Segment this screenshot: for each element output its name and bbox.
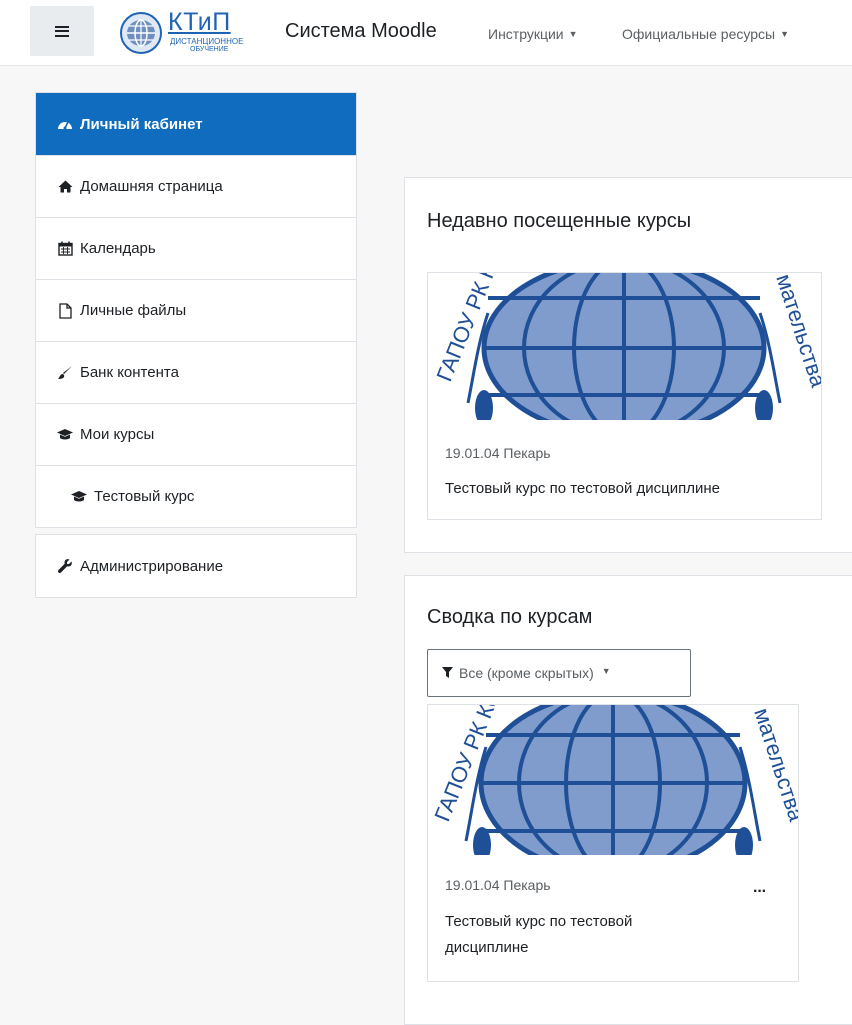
menu-official-resources-label: Официальные ресурсы — [622, 26, 776, 42]
nav-item-label: Домашняя страница — [80, 178, 223, 195]
block-title: Недавно посещенные курсы — [427, 210, 692, 232]
course-name[interactable]: Тестовый курс по тестовой дисциплине — [445, 476, 720, 502]
menu-official-resources[interactable]: Официальные ресурсы ▼ — [622, 26, 789, 42]
nav-item-label: Календарь — [80, 240, 156, 257]
nav-drawer: Личный кабинет Домашняя страница Календа… — [35, 92, 357, 598]
wrench-icon — [56, 558, 74, 574]
top-navbar: КТиП ДИСТАНЦИОННОЕ ОБУЧЕНИЕ Система Mood… — [0, 0, 852, 66]
recent-courses-block: Недавно посещенные курсы ГАПОУ РК Ко мат… — [404, 177, 852, 553]
logo-subtitle: ДИСТАНЦИОННОЕ — [170, 37, 244, 46]
course-actions-menu-button[interactable]: ··· — [753, 883, 767, 901]
filter-icon — [442, 667, 453, 678]
globe-logo-icon — [120, 12, 162, 54]
course-image[interactable]: ГАПОУ РК Ко мательства — [428, 705, 798, 855]
nav-item-my-courses[interactable]: Мои курсы — [36, 403, 356, 465]
paint-brush-icon — [56, 365, 74, 381]
nav-group-main: Личный кабинет Домашняя страница Календа… — [35, 92, 357, 528]
course-image-globe: ГАПОУ РК Ко мательства — [428, 273, 821, 420]
course-category: 19.01.04 Пекарь — [445, 445, 551, 461]
course-card[interactable]: ГАПОУ РК Ко мательства 19.01.04 Пекарь ·… — [427, 704, 799, 982]
nav-item-administration[interactable]: Администрирование — [36, 535, 356, 597]
nav-item-label: Мои курсы — [80, 426, 155, 443]
nav-item-label: Тестовый курс — [94, 488, 195, 505]
nav-item-label: Банк контента — [80, 364, 179, 381]
graduation-cap-icon — [70, 489, 88, 505]
nav-item-private-files[interactable]: Личные файлы — [36, 279, 356, 341]
nav-item-label: Личный кабинет — [80, 115, 203, 133]
grouping-filter-dropdown[interactable]: Все (кроме скрытых) ▼ — [427, 649, 691, 697]
graduation-cap-icon — [56, 427, 74, 443]
nav-item-test-course[interactable]: Тестовый курс — [36, 465, 356, 527]
caret-down-icon: ▼ — [601, 666, 611, 676]
file-icon — [56, 302, 74, 319]
site-logo[interactable]: КТиП ДИСТАНЦИОННОЕ ОБУЧЕНИЕ — [118, 8, 278, 60]
nav-item-home[interactable]: Домашняя страница — [36, 155, 356, 217]
nav-item-content-bank[interactable]: Банк контента — [36, 341, 356, 403]
course-card[interactable]: ГАПОУ РК Ко мательства 19.01.04 Пекарь Т… — [427, 272, 822, 520]
menu-instructions-label: Инструкции — [488, 26, 564, 42]
course-name[interactable]: Тестовый курс по тестовой дисциплине — [445, 909, 632, 961]
home-icon — [56, 179, 74, 195]
caret-down-icon: ▼ — [568, 29, 578, 39]
course-overview-block: Сводка по курсам Все (кроме скрытых) ▼ Г… — [404, 575, 852, 1025]
site-name[interactable]: Система Moodle — [285, 20, 437, 43]
course-category: 19.01.04 Пекарь — [445, 877, 551, 893]
course-name-line2: дисциплине — [445, 939, 529, 956]
nav-item-label: Личные файлы — [80, 302, 187, 319]
filter-label: Все (кроме скрытых) — [459, 665, 594, 681]
logo-title: КТиП — [168, 8, 231, 36]
course-name-line1: Тестовый курс по тестовой — [445, 913, 633, 930]
caret-down-icon: ▼ — [780, 29, 789, 39]
course-image-globe: ГАПОУ РК Ко мательства — [428, 705, 798, 855]
hamburger-icon — [55, 25, 69, 37]
nav-item-calendar[interactable]: Календарь — [36, 217, 356, 279]
menu-toggle-button[interactable] — [30, 6, 94, 56]
nav-group-admin: Администрирование — [35, 534, 357, 598]
calendar-icon — [56, 241, 74, 257]
logo-subtitle-2: ОБУЧЕНИЕ — [190, 46, 229, 53]
nav-item-dashboard[interactable]: Личный кабинет — [36, 93, 356, 155]
nav-item-label: Администрирование — [80, 557, 224, 575]
menu-instructions[interactable]: Инструкции ▼ — [488, 26, 578, 42]
dashboard-icon — [56, 116, 74, 132]
course-image[interactable]: ГАПОУ РК Ко мательства — [428, 273, 821, 420]
block-title: Сводка по курсам — [427, 606, 593, 628]
